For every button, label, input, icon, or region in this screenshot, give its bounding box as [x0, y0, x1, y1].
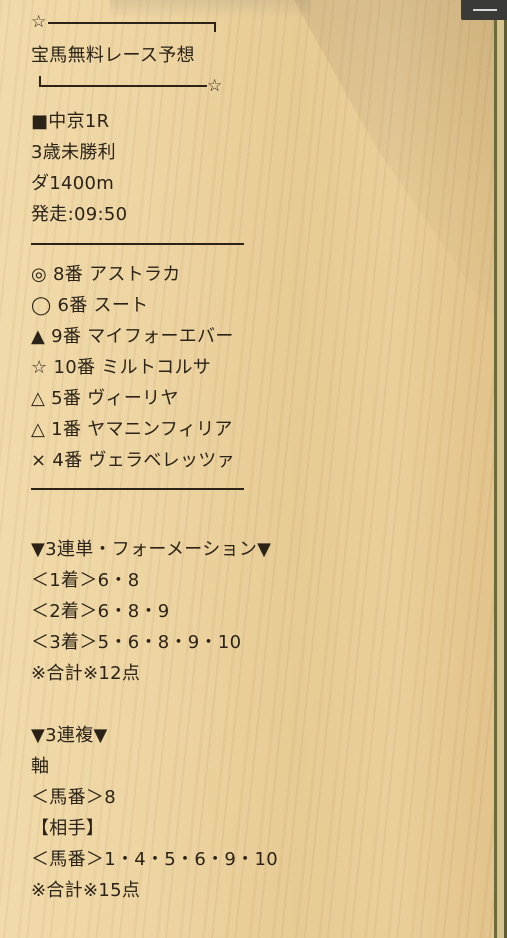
trio-axis: ＜馬番＞8	[31, 787, 116, 808]
trifecta-total: ※合計※12点	[31, 663, 141, 684]
title-frame-top: ☆	[31, 12, 471, 40]
pick-item: ☆ 10番 ミルトコルサ	[31, 357, 212, 378]
pick-item: △ 1番 ヤマニンフィリア	[31, 419, 233, 440]
trifecta-heading: ▼3連単・フォーメーション▼	[31, 539, 272, 560]
trio-axis-label: 軸	[31, 756, 50, 777]
prediction-content: ☆ 宝馬無料レース予想 ☆ ■中京1R 3歳未勝利 ダ1400m 発走:09:5…	[31, 12, 471, 906]
race-name: ■中京1R	[31, 111, 110, 132]
pick-item: ◯ 6番 スート	[31, 295, 149, 316]
trifecta-first: ＜1着＞6・8	[31, 570, 140, 591]
pick-item: ▲ 9番 マイフォーエバー	[31, 326, 234, 347]
race-distance: ダ1400m	[31, 173, 115, 194]
star-icon: ☆	[207, 76, 223, 96]
title-frame-bottom: ☆	[31, 72, 471, 106]
trio-heading: ▼3連複▼	[31, 725, 108, 746]
pick-item: × 4番 ヴェラベレッツァ	[31, 450, 235, 471]
trio-partner-label: 【相手】	[31, 818, 105, 839]
star-icon: ☆	[31, 12, 47, 32]
trio-total: ※合計※15点	[31, 880, 141, 901]
pick-item: △ 5番 ヴィーリヤ	[31, 388, 179, 409]
page-title: 宝馬無料レース予想	[31, 45, 195, 66]
trifecta-second: ＜2着＞6・8・9	[31, 601, 170, 622]
divider	[31, 488, 244, 490]
right-border	[494, 0, 507, 938]
hamburger-menu-icon	[473, 9, 497, 11]
trio-partners: ＜馬番＞1・4・5・6・9・10	[31, 849, 278, 870]
pick-item: ◎ 8番 アストラカ	[31, 264, 181, 285]
race-start-time: 発走:09:50	[31, 204, 128, 225]
race-class: 3歳未勝利	[31, 142, 116, 163]
trifecta-third: ＜3着＞5・6・8・9・10	[31, 632, 242, 653]
divider	[31, 243, 244, 245]
